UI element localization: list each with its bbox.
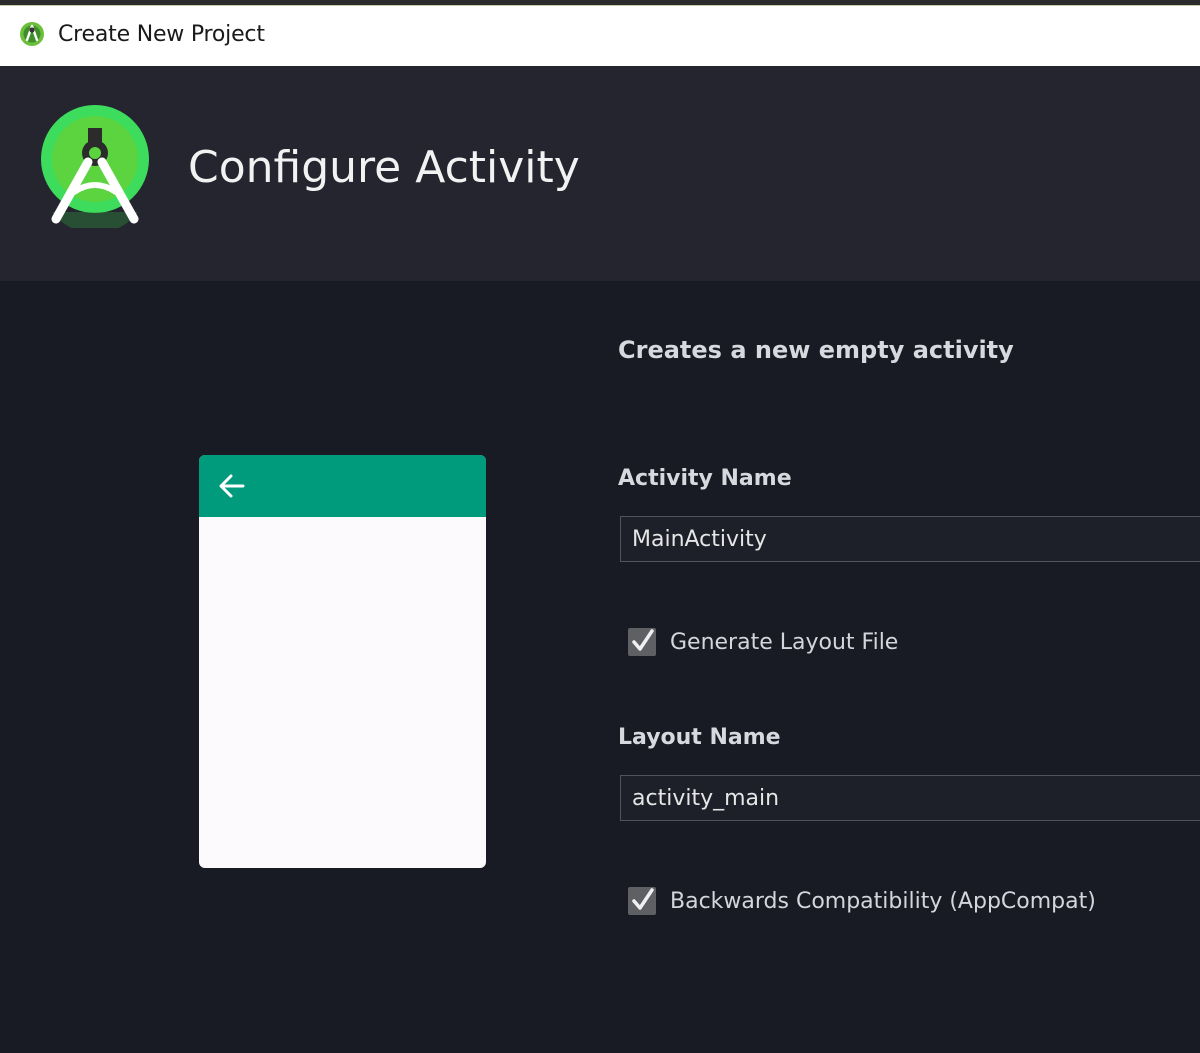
activity-name-label: Activity Name	[618, 466, 792, 491]
activity-description: Creates a new empty activity	[618, 336, 1014, 364]
backwards-compat-label: Backwards Compatibility (AppCompat)	[670, 889, 1096, 914]
activity-preview	[199, 455, 486, 868]
content-area: Creates a new empty activity Activity Na…	[0, 281, 1200, 1053]
backwards-compat-checkbox[interactable]	[628, 887, 656, 915]
android-studio-icon	[18, 20, 46, 48]
generate-layout-checkbox[interactable]	[628, 628, 656, 656]
title-bar: Create New Project	[0, 6, 1200, 66]
layout-name-label: Layout Name	[618, 725, 781, 750]
layout-name-field[interactable]	[620, 775, 1200, 821]
activity-name-field[interactable]	[620, 516, 1200, 562]
window-title: Create New Project	[58, 22, 265, 47]
page-heading: Configure Activity	[188, 142, 580, 193]
header-banner: Configure Activity	[0, 66, 1200, 281]
generate-layout-label: Generate Layout File	[670, 630, 899, 655]
android-studio-logo-icon	[38, 104, 156, 234]
preview-toolbar	[199, 455, 486, 517]
